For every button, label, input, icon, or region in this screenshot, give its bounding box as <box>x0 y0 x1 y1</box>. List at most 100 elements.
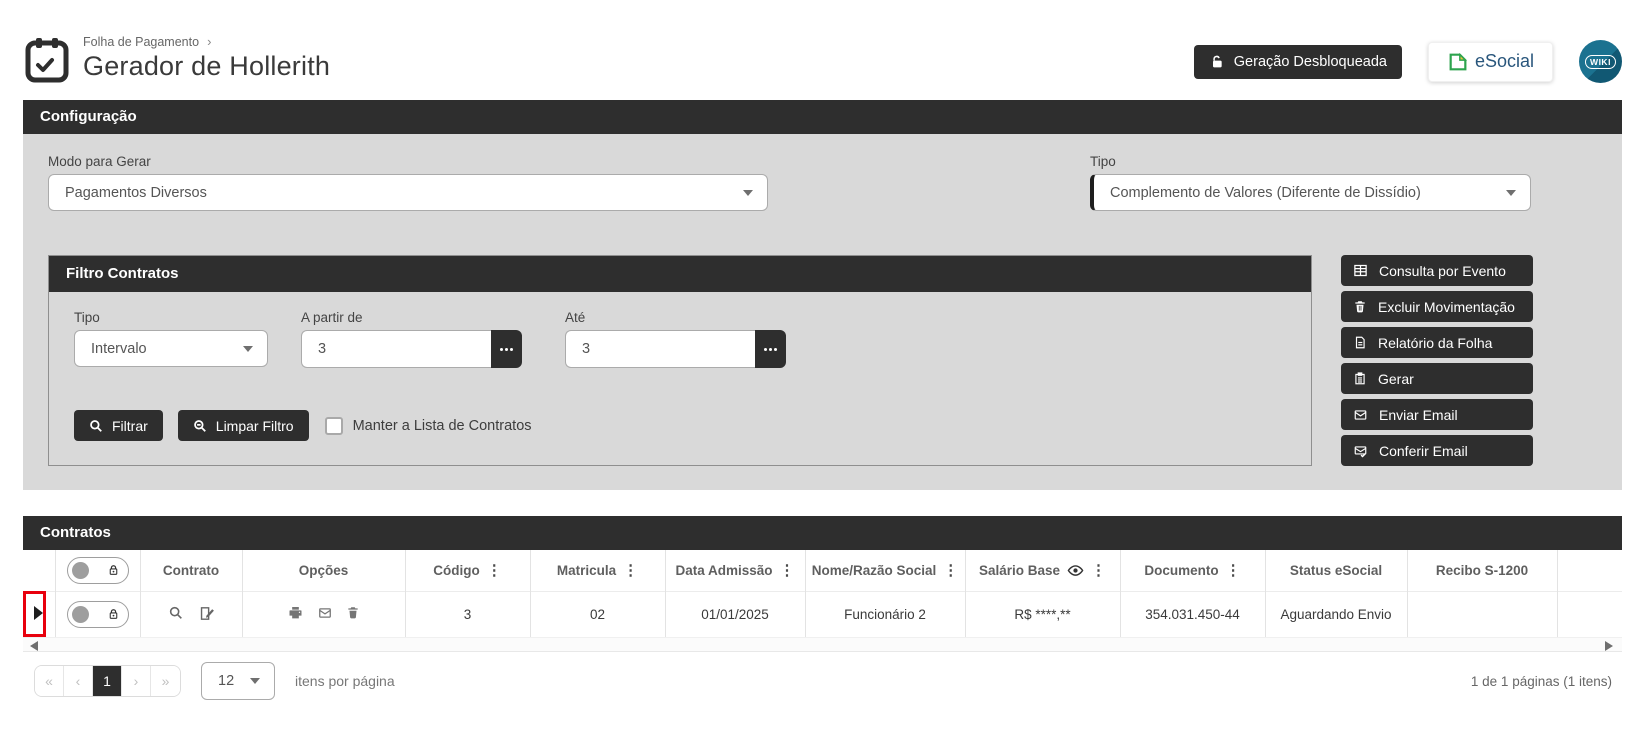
modo-para-gerar-label: Modo para Gerar <box>48 154 151 169</box>
tipo-value: Complemento de Valores (Diferente de Dis… <box>1110 184 1421 201</box>
col-documento: Documento <box>1144 562 1219 578</box>
a-partir-de-group <box>301 330 522 368</box>
gerar-label: Gerar <box>1378 370 1414 387</box>
first-page-button[interactable]: « <box>35 666 64 696</box>
print-icon[interactable] <box>287 605 304 621</box>
esocial-label: eSocial <box>1474 51 1534 71</box>
view-contract-icon[interactable] <box>168 605 184 621</box>
ate-group <box>565 330 786 368</box>
prev-page-button[interactable]: ‹ <box>64 666 93 696</box>
page-title: Gerador de Hollerith <box>83 51 331 81</box>
configuracao-section: Configuração Modo para Gerar Pagamentos … <box>23 100 1622 490</box>
toggle-lock-row[interactable] <box>66 600 129 628</box>
salario-cell: R$ ****,** <box>965 591 1121 637</box>
scroll-left-icon[interactable] <box>30 641 38 651</box>
tipo-select[interactable]: Complemento de Valores (Diferente de Dis… <box>1090 174 1531 211</box>
col-matricula: Matricula <box>556 562 617 578</box>
pagination-bar: « ‹ 1 › » 12 itens por página 1 de 1 pág… <box>23 652 1622 710</box>
filtrar-button[interactable]: Filtrar <box>74 410 163 441</box>
col-opcoes: Opções <box>298 562 349 578</box>
trash-icon <box>1355 301 1365 313</box>
gerar-button[interactable]: Gerar <box>1341 363 1533 394</box>
excluir-movimentacao-button[interactable]: Excluir Movimentação <box>1341 291 1533 322</box>
filtro-tipo-field: Tipo Intervalo <box>74 310 268 368</box>
conferir-email-label: Conferir Email <box>1379 442 1468 459</box>
unlock-icon <box>1212 55 1222 67</box>
lock-icon <box>109 565 117 576</box>
expander-header-cell <box>23 550 56 591</box>
column-menu-icon[interactable]: ⋮ <box>780 563 795 578</box>
expander-cell <box>23 591 56 637</box>
next-page-button[interactable]: › <box>122 666 151 696</box>
modo-para-gerar-select[interactable]: Pagamentos Diversos <box>48 174 768 211</box>
filter-buttons-row: Filtrar Limpar Filtro Manter a Lista de … <box>74 410 1286 441</box>
col-recibo-s1200: Recibo S-1200 <box>1435 562 1529 578</box>
col-contrato: Contrato <box>162 562 220 578</box>
a-partir-de-input[interactable] <box>301 330 491 368</box>
page-1-button[interactable]: 1 <box>93 666 122 696</box>
contratos-table-wrap: Contrato Opções Código ⋮ Matricula ⋮ Data … <box>23 550 1622 652</box>
enviar-email-label: Enviar Email <box>1379 406 1458 423</box>
envelope-icon <box>1354 409 1367 420</box>
wiki-button[interactable]: WIKI <box>1579 40 1622 83</box>
tipo-label: Tipo <box>1090 154 1116 169</box>
contratos-header: Contratos <box>23 516 1622 550</box>
heading-block: Folha de Pagamento › Gerador de Hollerit… <box>83 34 330 82</box>
edit-contract-icon[interactable] <box>198 605 215 622</box>
toggle-knob <box>71 605 89 623</box>
relatorio-da-folha-button[interactable]: Relatório da Folha <box>1341 327 1533 358</box>
col-nome-razao-social: Nome/Razão Social <box>811 562 937 578</box>
delete-icon[interactable] <box>346 605 360 620</box>
conferir-email-button[interactable]: Conferir Email <box>1341 435 1533 466</box>
clipboard-icon <box>1355 372 1365 385</box>
excluir-movimentacao-label: Excluir Movimentação <box>1378 298 1515 315</box>
nome-cell: Funcionário 2 <box>805 591 966 637</box>
horizontal-scrollbar[interactable] <box>23 637 1622 652</box>
contratos-table: Contrato Opções Código ⋮ Matricula ⋮ Data … <box>23 550 1622 637</box>
chevron-down-icon <box>250 678 260 684</box>
document-icon <box>1355 336 1365 349</box>
column-menu-icon[interactable]: ⋮ <box>623 563 638 578</box>
scroll-right-icon[interactable] <box>1605 641 1613 651</box>
ate-input[interactable] <box>565 330 755 368</box>
toggle-lock-all[interactable] <box>66 556 129 584</box>
page-size-value: 12 <box>218 673 235 689</box>
esocial-button[interactable]: eSocial <box>1427 41 1553 82</box>
configuracao-body: Modo para Gerar Pagamentos Diversos Tipo… <box>23 134 1622 490</box>
generation-unlocked-button[interactable]: Geração Desbloqueada <box>1193 44 1402 79</box>
manter-lista-checkbox-wrap: Manter a Lista de Contratos <box>324 416 532 435</box>
filtrar-label: Filtrar <box>112 417 148 434</box>
enviar-email-button[interactable]: Enviar Email <box>1341 399 1533 430</box>
contratos-section: Contratos Contrato Opções Código ⋮ Matri… <box>23 516 1622 710</box>
expand-row-icon[interactable] <box>34 605 44 620</box>
tipo-field: Tipo Complemento de Valores (Diferente d… <box>1090 154 1531 211</box>
limpar-filtro-label: Limpar Filtro <box>215 417 294 434</box>
column-menu-icon[interactable]: ⋮ <box>943 563 958 578</box>
breadcrumb-item[interactable]: Folha de Pagamento <box>83 35 199 49</box>
column-menu-icon[interactable]: ⋮ <box>487 563 502 578</box>
a-partir-de-label: A partir de <box>301 310 363 325</box>
page: Folha de Pagamento › Gerador de Hollerit… <box>0 0 1633 731</box>
column-menu-icon[interactable]: ⋮ <box>1226 563 1241 578</box>
a-partir-de-field: A partir de <box>301 310 522 368</box>
documento-cell: 354.031.450-44 <box>1120 591 1266 637</box>
ate-label: Até <box>565 310 586 325</box>
ate-field: Até <box>565 310 786 368</box>
status-esocial-cell: Aguardando Envio <box>1265 591 1408 637</box>
page-size-select[interactable]: 12 <box>201 662 275 700</box>
a-partir-de-more-button[interactable] <box>491 330 522 368</box>
wiki-label: WIKI <box>1585 54 1616 69</box>
limpar-filtro-button[interactable]: Limpar Filtro <box>177 410 309 441</box>
last-page-button[interactable]: » <box>151 666 180 696</box>
filtro-tipo-select[interactable]: Intervalo <box>74 330 268 367</box>
email-icon[interactable] <box>317 606 333 620</box>
eye-icon[interactable] <box>1067 564 1084 577</box>
ate-more-button[interactable] <box>755 330 786 368</box>
chevron-down-icon <box>1506 189 1516 196</box>
lock-icon <box>109 609 117 620</box>
envelope-check-icon <box>1354 445 1367 458</box>
filler-header-cell <box>1557 550 1622 591</box>
column-menu-icon[interactable]: ⋮ <box>1091 563 1106 578</box>
consulta-por-evento-button[interactable]: Consulta por Evento <box>1341 255 1533 286</box>
manter-lista-checkbox[interactable] <box>324 416 343 435</box>
